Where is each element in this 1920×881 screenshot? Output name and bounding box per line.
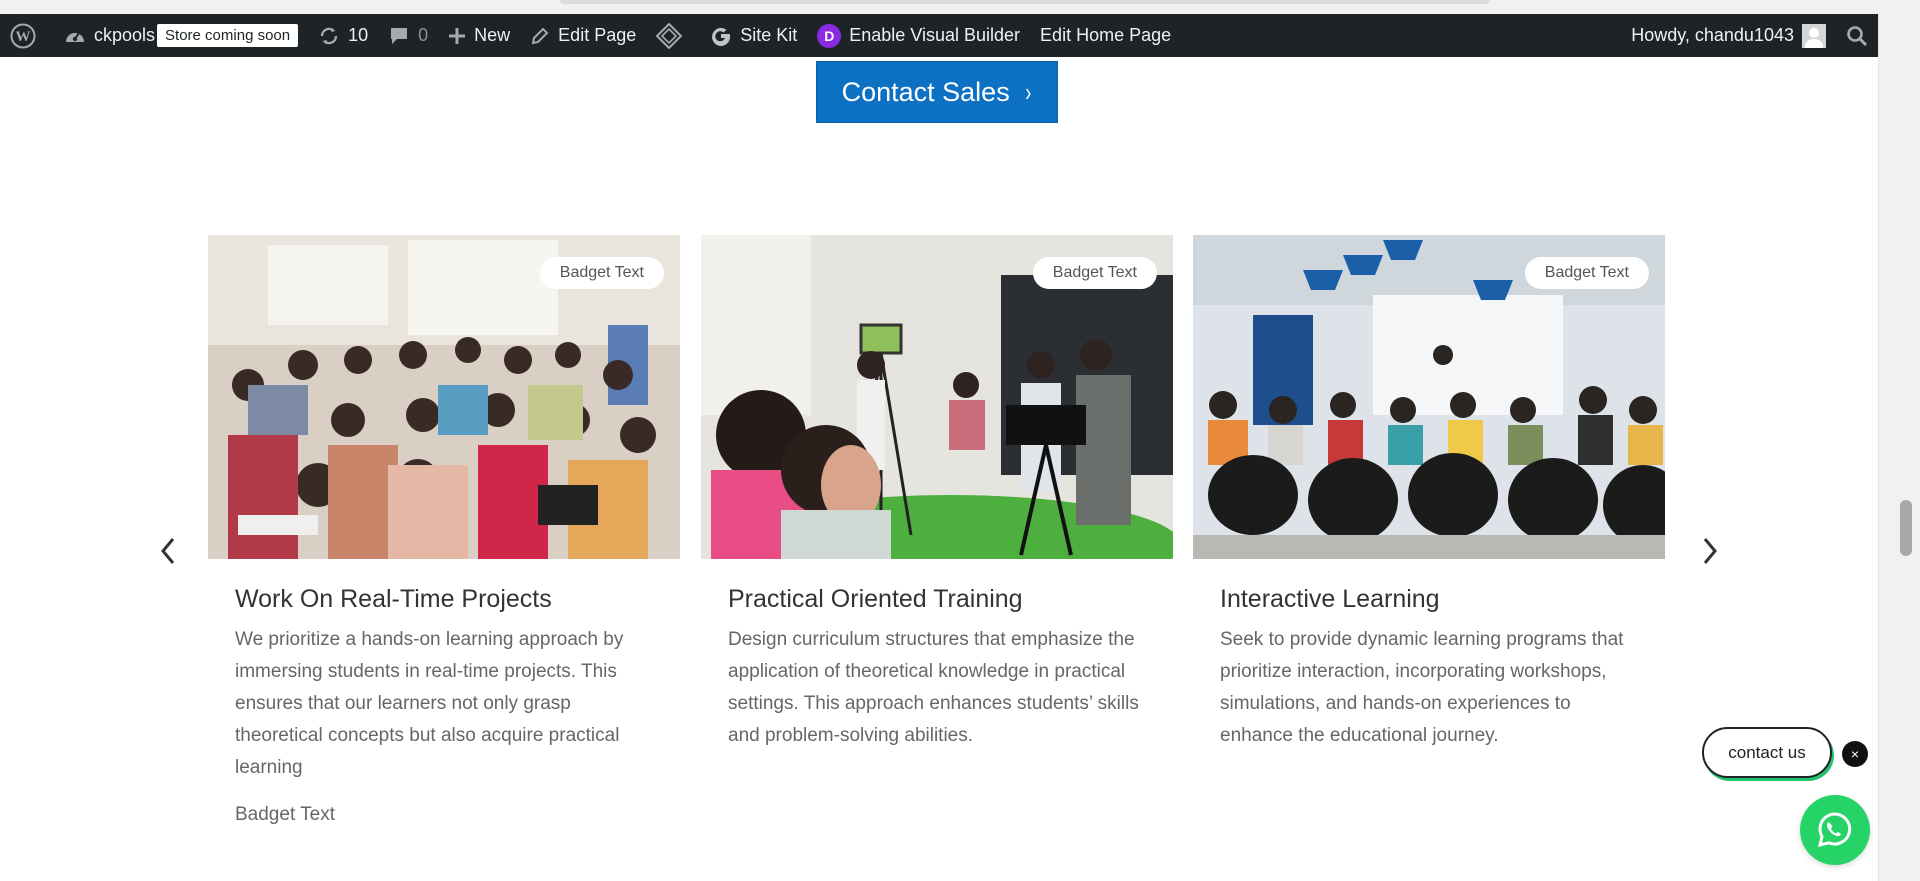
- comments-count: 0: [418, 25, 429, 45]
- enable-visual-builder-button[interactable]: D Enable Visual Builder: [807, 14, 1030, 57]
- edit-page-label: Edit Page: [558, 25, 637, 45]
- store-status-badge[interactable]: Store coming soon: [157, 24, 299, 47]
- feature-card-realtime-projects: Badget Text Work On Real-Time Projects W…: [208, 235, 680, 826]
- carousel-prev-arrow[interactable]: [153, 530, 183, 572]
- close-icon[interactable]: ×: [1842, 741, 1868, 767]
- site-kit-button[interactable]: Site Kit: [700, 14, 807, 57]
- google-g-icon: [710, 25, 732, 47]
- card-title: Practical Oriented Training: [728, 585, 1023, 613]
- contact-sales-label: Contact Sales: [841, 76, 1010, 107]
- card-description: We prioritize a hands-on learning approa…: [235, 629, 624, 778]
- new-label: New: [474, 25, 511, 45]
- feature-card-practical-training: Badget Text Practical Oriented Training …: [701, 235, 1173, 752]
- card-title: Work On Real-Time Projects: [235, 585, 552, 613]
- site-kit-label: Site Kit: [740, 25, 798, 45]
- svg-text:W: W: [16, 29, 31, 45]
- contact-sales-button[interactable]: Contact Sales ›: [816, 61, 1058, 123]
- card-description: Seek to provide dynamic learning program…: [1220, 629, 1624, 746]
- comments-button[interactable]: 0: [378, 14, 438, 57]
- dashboard-gauge-icon: [64, 27, 86, 45]
- classroom-photo: Badget Text: [208, 235, 680, 559]
- howdy-label: Howdy, chandu1043: [1631, 25, 1794, 45]
- browser-top-strip: [0, 0, 1920, 14]
- edit-page-button[interactable]: Edit Page: [520, 14, 646, 57]
- updates-button[interactable]: 10: [308, 14, 378, 57]
- chevron-right-icon: ›: [1025, 77, 1032, 107]
- card-description: Design curriculum structures that emphas…: [728, 629, 1139, 746]
- new-content-button[interactable]: New: [438, 14, 520, 57]
- contact-us-button[interactable]: contact us: [1702, 727, 1832, 778]
- comment-bubble-icon: [388, 25, 410, 47]
- divi-diamond-button[interactable]: [646, 14, 700, 57]
- diamond-logo-icon: [656, 22, 683, 49]
- studio-photo: Badget Text: [701, 235, 1173, 559]
- page-scrollbar[interactable]: [1878, 14, 1920, 881]
- admin-bar: W ckpools Store coming soon 10 0 New Edi…: [0, 14, 1878, 57]
- wordpress-icon: W: [10, 23, 36, 49]
- card-footer-badge-text: Badget Text: [235, 804, 336, 825]
- feature-card-interactive-learning: Badget Text Interactive Learning Seek to…: [1193, 235, 1665, 752]
- scroll-remnant: [560, 0, 1490, 4]
- carousel-next-arrow[interactable]: [1695, 530, 1725, 572]
- wordpress-logo-button[interactable]: W: [0, 14, 54, 57]
- search-button[interactable]: [1836, 14, 1878, 57]
- plus-icon: [448, 27, 466, 45]
- visual-builder-label: Enable Visual Builder: [849, 25, 1021, 45]
- scrollbar-track: [1878, 14, 1879, 881]
- edit-home-page-button[interactable]: Edit Home Page: [1030, 14, 1181, 57]
- chevron-right-icon: [1703, 538, 1717, 564]
- edit-home-label: Edit Home Page: [1040, 25, 1172, 45]
- refresh-icon: [318, 25, 340, 47]
- updates-count: 10: [348, 25, 369, 45]
- whatsapp-chat-button[interactable]: [1800, 795, 1870, 865]
- card-badge: Badget Text: [539, 257, 664, 289]
- card-title: Interactive Learning: [1220, 585, 1440, 613]
- card-badge: Badget Text: [1524, 257, 1649, 289]
- avatar: [1802, 23, 1826, 48]
- search-icon: [1846, 25, 1868, 47]
- whatsapp-icon: [1817, 812, 1852, 848]
- site-name: ckpools: [94, 25, 156, 45]
- lecture-hall-photo: Badget Text: [1193, 235, 1665, 559]
- card-badge: Badget Text: [1032, 257, 1157, 289]
- scrollbar-thumb[interactable]: [1900, 500, 1912, 556]
- site-name-menu[interactable]: ckpools Store coming soon: [54, 14, 308, 57]
- divi-logo-icon: D: [817, 23, 842, 48]
- pencil-icon: [530, 26, 550, 46]
- account-menu[interactable]: Howdy, chandu1043: [1621, 14, 1836, 57]
- chevron-left-icon: [161, 538, 175, 564]
